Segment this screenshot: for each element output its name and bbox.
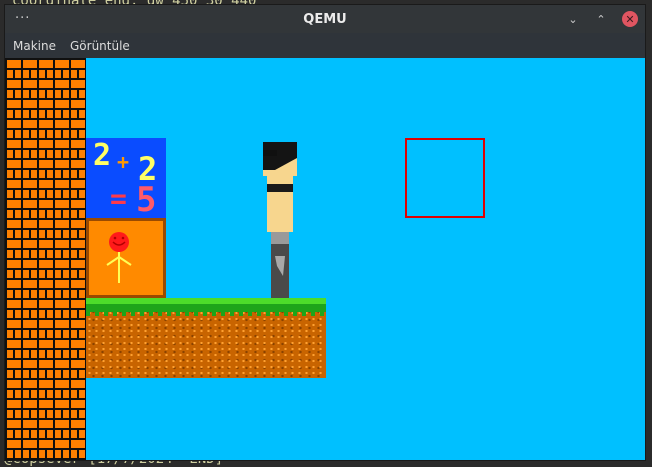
- lollipop-block: [86, 218, 166, 298]
- player-character: [263, 142, 297, 302]
- minimize-button[interactable]: ⌄: [565, 11, 581, 27]
- menu-goruntule[interactable]: Görüntüle: [70, 39, 130, 53]
- maximize-button[interactable]: ⌃: [593, 11, 609, 27]
- grass-top: [86, 298, 326, 316]
- player-sprite: [263, 142, 297, 302]
- math-operand-a: 2: [93, 138, 112, 173]
- selection-cursor-box: [405, 138, 485, 218]
- menu-bar: Makine Görüntüle: [5, 33, 645, 58]
- math-puzzle-block: 2 + 2 = 5: [86, 138, 166, 220]
- window-title: QEMU: [303, 12, 347, 27]
- qemu-window: ··· QEMU ⌄ ⌃ ✕ Makine Görüntüle 2 + 2 = …: [4, 4, 646, 461]
- menu-makine[interactable]: Makine: [13, 39, 56, 53]
- math-operator: +: [117, 150, 130, 174]
- math-result: 5: [136, 180, 157, 220]
- brick-wall: [5, 58, 86, 460]
- grass-dirt-platform: [86, 298, 326, 378]
- lollipop-icon: [106, 232, 132, 283]
- math-equals: =: [110, 182, 127, 215]
- emulator-screen[interactable]: 2 + 2 = 5: [5, 58, 645, 460]
- title-bar[interactable]: ··· QEMU ⌄ ⌃ ✕: [5, 5, 645, 33]
- close-button[interactable]: ✕: [622, 11, 638, 27]
